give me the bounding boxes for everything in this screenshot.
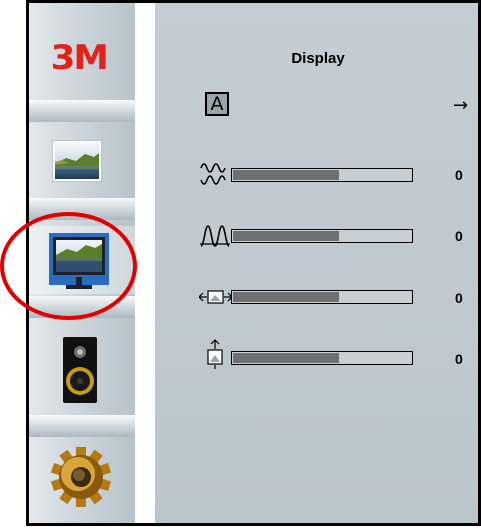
- gear-icon: [50, 447, 112, 507]
- vertical-position-value: 0: [455, 351, 463, 367]
- landscape-picture-icon: [52, 140, 102, 182]
- horizontal-position-icon: [199, 290, 231, 304]
- page-title: Display: [291, 50, 345, 67]
- brand-logo: 3M: [50, 38, 109, 78]
- vertical-position-icon: [207, 339, 223, 369]
- horizontal-position-slider[interactable]: [231, 290, 413, 304]
- clock-value: 0: [455, 167, 463, 183]
- horizontal-position-slider-fill: [233, 292, 339, 302]
- horizontal-position-value: 0: [455, 290, 463, 306]
- selection-highlight-circle: [0, 212, 137, 320]
- display-panel: Display A → 0 0 0 0: [155, 3, 478, 523]
- phase-slider-fill: [233, 231, 339, 241]
- clock-slider-fill: [233, 170, 339, 180]
- enter-arrow-icon[interactable]: →: [453, 97, 468, 115]
- sidebar-item-settings[interactable]: [29, 439, 135, 507]
- sidebar-item-picture[interactable]: [29, 128, 135, 196]
- vertical-position-slider[interactable]: [231, 351, 413, 365]
- clock-slider[interactable]: [231, 168, 413, 182]
- vertical-position-slider-fill: [233, 353, 339, 363]
- phase-value: 0: [455, 228, 463, 244]
- brand-logo-cell: 3M: [29, 28, 135, 96]
- phase-wave-icon: [200, 225, 230, 247]
- clock-wave-icon: [200, 163, 226, 185]
- auto-adjust-icon[interactable]: A: [205, 92, 229, 116]
- sidebar-item-audio[interactable]: [29, 324, 135, 403]
- speaker-icon: [63, 337, 97, 403]
- phase-slider[interactable]: [231, 229, 413, 243]
